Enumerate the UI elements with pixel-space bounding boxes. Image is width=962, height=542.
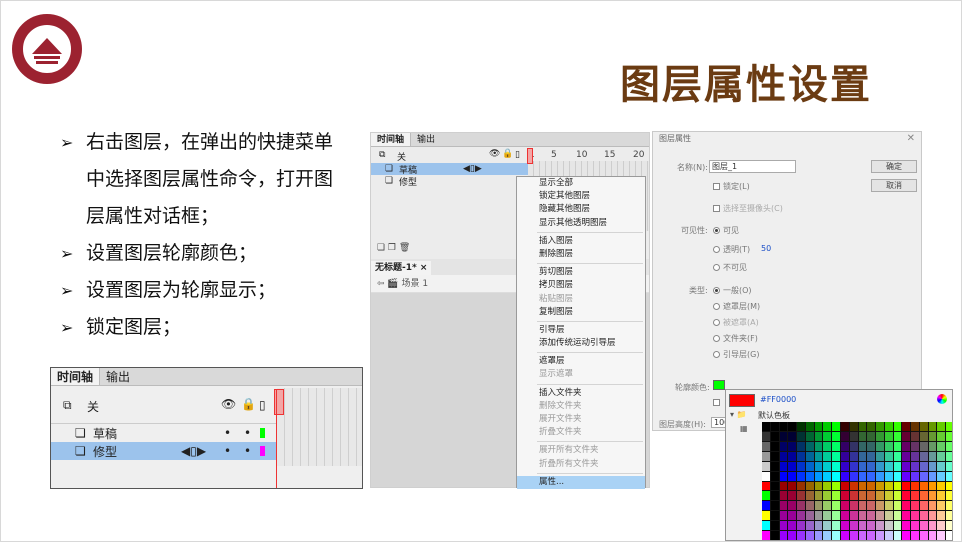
- bullet-arrow-icon: ➢: [60, 244, 74, 263]
- menu-item[interactable]: 插入文件夹: [517, 387, 645, 400]
- color-wheel-icon[interactable]: [937, 394, 947, 404]
- menu-separator: [537, 472, 643, 474]
- pencil-icon[interactable]: ◀▯▶: [181, 444, 206, 458]
- palette-icon[interactable]: ▦: [740, 424, 748, 433]
- frame-grid[interactable]: [277, 388, 362, 466]
- menu-item[interactable]: 剪切图层: [517, 266, 645, 279]
- folder-icon[interactable]: ▾ 📁: [730, 410, 747, 419]
- lock-checkbox[interactable]: 锁定(L): [713, 181, 750, 192]
- menu-item: 粘贴图层: [539, 293, 574, 304]
- type-folder-radio[interactable]: 文件夹(F): [713, 333, 758, 344]
- color-swatch-grid[interactable]: [762, 422, 952, 540]
- ok-button[interactable]: 确定: [871, 160, 917, 173]
- color-picker-popup: #FF0000 ▾ 📁 默认色板 ▦: [725, 389, 953, 541]
- outline-checkbox[interactable]: [713, 398, 723, 407]
- menu-item: 折叠所有文件夹: [539, 458, 599, 469]
- menu-item: 删除文件夹: [539, 400, 582, 411]
- menu-item[interactable]: 插入图层: [517, 235, 645, 248]
- menu-separator: [537, 441, 643, 443]
- menu-item[interactable]: 引导层: [517, 324, 645, 337]
- type-mask-radio[interactable]: 遮罩层(M): [713, 301, 760, 312]
- tab-output[interactable]: 输出: [100, 368, 136, 385]
- slide-title: 图层属性设置: [620, 62, 872, 108]
- layer-name: 草稿: [93, 426, 118, 441]
- bullet-item: ➢ 设置图层轮廓颜色；: [60, 235, 350, 272]
- current-color-swatch: [729, 394, 755, 407]
- palette-label: 默认色板: [758, 411, 790, 420]
- menu-item: 展开所有文件夹: [539, 445, 599, 456]
- document-tab[interactable]: 无标题-1* ×: [371, 261, 431, 275]
- header-label: 关: [87, 400, 100, 414]
- bullet-item: ➢ 右击图层，在弹出的快捷菜单中选择图层属性命令，打开图层属性对话框；: [60, 124, 350, 235]
- menu-item[interactable]: 隐藏其他图层: [517, 203, 645, 216]
- bullet-arrow-icon: ➢: [60, 133, 74, 152]
- layer-icon: ❏: [75, 444, 86, 458]
- menu-item[interactable]: 拷贝图层: [517, 279, 645, 292]
- cancel-button[interactable]: 取消: [871, 179, 917, 192]
- eye-icon[interactable]: 👁: [221, 397, 236, 411]
- outline-color-swatch[interactable]: [713, 380, 725, 390]
- lock-icon[interactable]: 🔒: [502, 149, 513, 159]
- layer-folder-icon[interactable]: ⧉: [379, 150, 385, 160]
- menu-item[interactable]: 属性...: [517, 475, 645, 489]
- type-masked-radio[interactable]: 被遮罩(A): [713, 317, 759, 328]
- playhead-line: [276, 389, 285, 488]
- lock-icon[interactable]: 🔒: [241, 397, 256, 411]
- menu-item[interactable]: 复制图层: [517, 306, 645, 319]
- bullet-arrow-icon: ➢: [60, 281, 74, 300]
- invisible-radio[interactable]: 不可见: [713, 262, 747, 273]
- menu-item: 显示遮罩: [539, 369, 574, 380]
- menu-separator: [537, 320, 643, 322]
- layer-icon: ❏: [385, 164, 394, 174]
- outline-icon[interactable]: ▯: [259, 398, 266, 412]
- pencil-icon[interactable]: ◀▯▶: [463, 164, 482, 174]
- close-icon[interactable]: ✕: [907, 132, 915, 146]
- bullet-item: ➢ 设置图层为轮廓显示；: [60, 272, 350, 309]
- bullet-list: ➢ 右击图层，在弹出的快捷菜单中选择图层属性命令，打开图层属性对话框； ➢ 设置…: [60, 124, 350, 346]
- tab-timeline[interactable]: 时间轴: [51, 368, 101, 385]
- eye-icon[interactable]: 👁: [489, 149, 500, 159]
- layer-color-swatch[interactable]: [260, 446, 265, 456]
- bullet-item: ➢ 锁定图层；: [60, 309, 350, 346]
- type-normal-radio[interactable]: 一般(O): [713, 285, 752, 296]
- transparent-radio[interactable]: 透明(T): [713, 244, 750, 255]
- layer-name: 修型: [93, 444, 118, 459]
- hex-value[interactable]: #FF0000: [760, 395, 796, 404]
- layer-folder-icon[interactable]: ⧉: [63, 398, 72, 413]
- tab-timeline[interactable]: 时间轴: [371, 133, 412, 146]
- menu-item[interactable]: 删除图层: [517, 248, 645, 261]
- menu-item: 展开文件夹: [539, 414, 582, 424]
- menu-item[interactable]: 显示全部: [517, 177, 645, 190]
- timeline-panel-large: 时间轴 输出 ⧉ 关 👁 🔒 ▯ 1 5 10 ❏ 草稿 • • ❏ 修型 ◀▯…: [50, 367, 363, 489]
- layer-name-input[interactable]: 图层_1: [709, 160, 796, 173]
- menu-separator: [537, 352, 643, 354]
- university-logo: [12, 14, 82, 84]
- menu-item[interactable]: 显示其他透明图层: [517, 217, 645, 230]
- layer-icon: ❏: [385, 176, 394, 186]
- bullet-arrow-icon: ➢: [60, 318, 74, 337]
- menu-item[interactable]: 遮罩层: [517, 355, 645, 368]
- layer-context-menu: 显示全部 锁定其他图层 隐藏其他图层 显示其他透明图层 插入图层 删除图层剪切图层 拷贝图层…: [516, 176, 646, 489]
- transparency-value[interactable]: 50: [761, 244, 771, 253]
- playhead-handle[interactable]: [527, 148, 533, 164]
- layer-color-swatch[interactable]: [260, 428, 265, 438]
- dialog-title: 图层属性: [659, 134, 691, 143]
- tab-output[interactable]: 输出: [411, 133, 441, 146]
- visible-radio[interactable]: 可见: [713, 225, 739, 236]
- layer-properties-dialog: 图层属性 ✕ 名称(N): 图层_1 确定 取消 锁定(L) 选择至摄像头(C)…: [652, 131, 922, 431]
- layer-icon: ❏: [75, 426, 86, 440]
- menu-item[interactable]: 添加传统运动引导层: [517, 337, 645, 350]
- menu-separator: [537, 383, 643, 385]
- lock-camera-checkbox[interactable]: 选择至摄像头(C): [713, 203, 783, 214]
- menu-item[interactable]: 锁定其他图层: [517, 190, 645, 203]
- menu-separator: [537, 263, 643, 265]
- menu-separator: [537, 231, 643, 233]
- menu-item: 折叠文件夹: [539, 427, 582, 438]
- layer-toolbar: ❏ ❐ 🗑: [377, 243, 411, 253]
- type-guide-radio[interactable]: 引导层(G): [713, 349, 759, 360]
- outline-icon[interactable]: ▯: [515, 150, 520, 160]
